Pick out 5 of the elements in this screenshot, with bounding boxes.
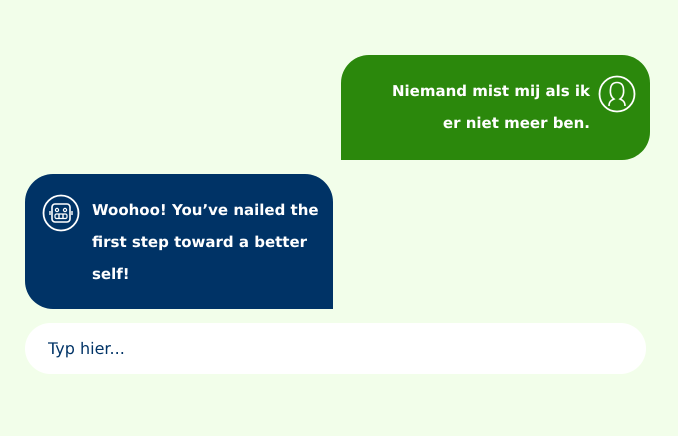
robot-avatar-icon — [42, 194, 80, 232]
message-text: Niemand mist mij als ik er niet meer ben. — [390, 81, 590, 134]
message-text: Woohoo! You’ve nailed the first step toward a better self! — [92, 200, 319, 285]
message-input-field[interactable]: Typ hier... — [25, 323, 646, 374]
user-avatar-icon — [598, 75, 636, 113]
